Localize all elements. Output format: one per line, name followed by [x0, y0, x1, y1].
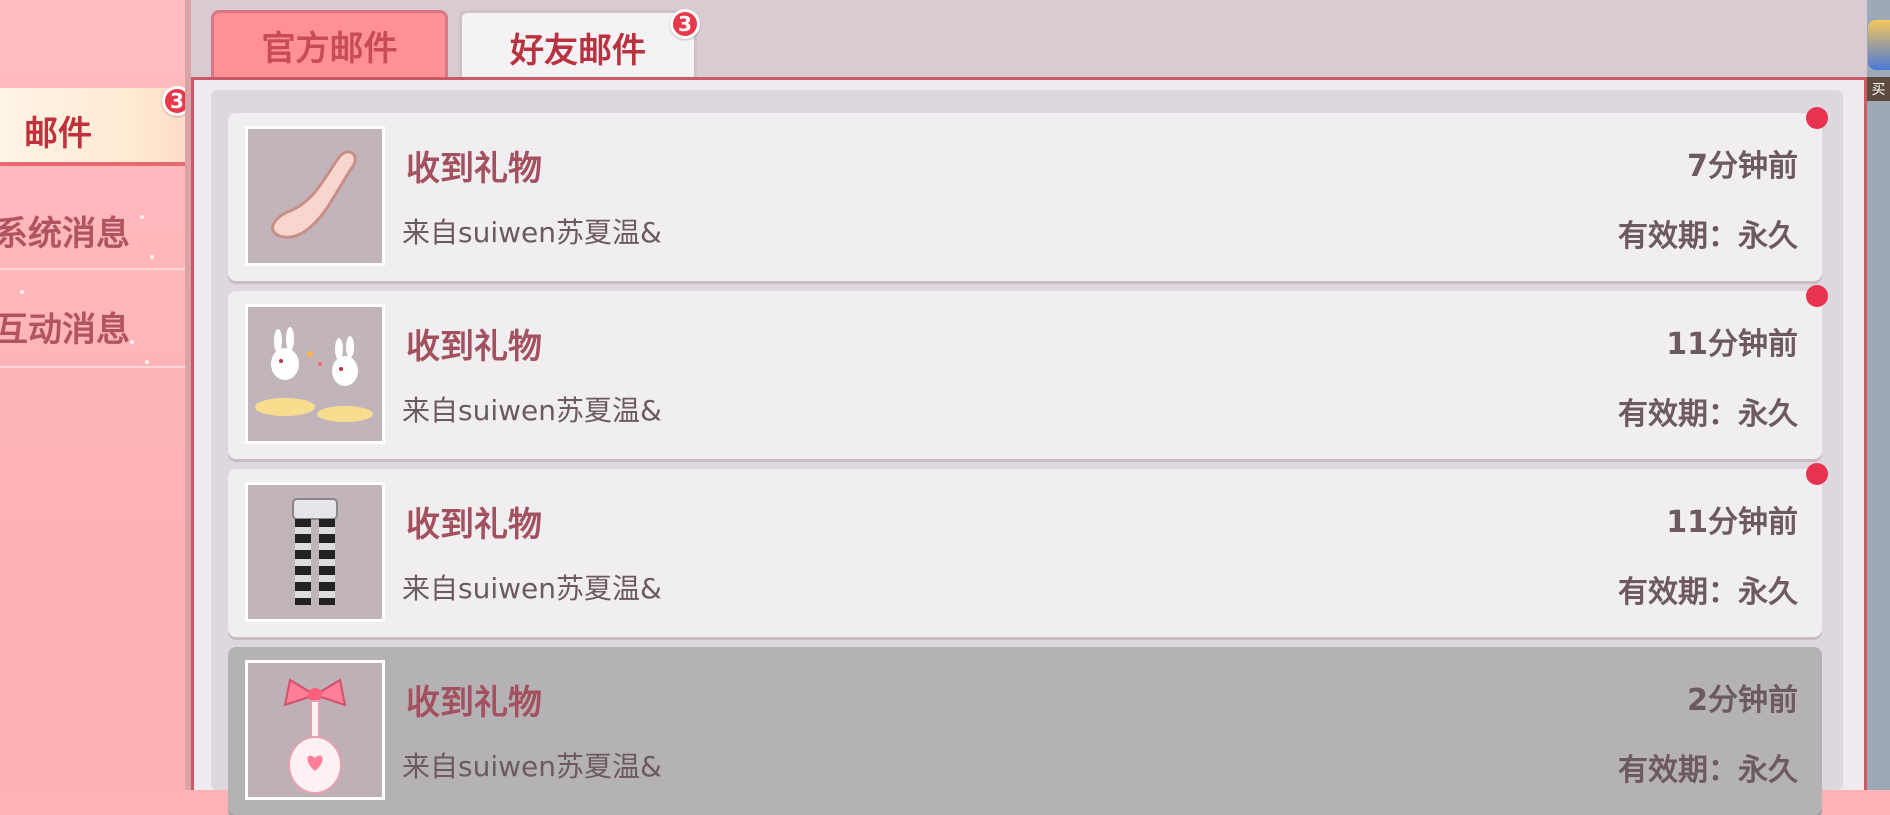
unread-dot: [1806, 285, 1828, 307]
unread-dot: [1806, 107, 1828, 129]
bow-spoon-icon: [245, 660, 385, 800]
tab-label: 好友邮件: [510, 31, 646, 71]
mail-sender: 来自suiwen苏夏温&: [402, 572, 662, 605]
mail-item[interactable]: 收到礼物 来自suiwen苏夏温& 11分钟前 有效期：永久: [228, 463, 1828, 637]
mail-item[interactable]: 收到礼物 来自suiwen苏夏温& 7分钟前 有效期：永久: [228, 107, 1828, 281]
sidebar-item-label: 邮件: [24, 114, 92, 154]
mail-expiry: 有效期：永久: [1618, 753, 1798, 788]
mail-time: 11分钟前: [1666, 327, 1798, 362]
mail-title: 收到礼物: [406, 683, 542, 723]
mail-title: 收到礼物: [406, 505, 542, 545]
tab-official-mail[interactable]: 官方邮件: [211, 10, 448, 78]
mail-expiry: 有效期：永久: [1618, 219, 1798, 254]
mail-time: 11分钟前: [1666, 505, 1798, 540]
mail-sender: 来自suiwen苏夏温&: [402, 750, 662, 783]
tab-friend-mail[interactable]: 好友邮件: [459, 10, 697, 82]
friend-mail-badge: 3: [670, 9, 700, 39]
mail-time: 7分钟前: [1687, 149, 1798, 184]
sidebar-item-label: 系统消息: [0, 214, 130, 254]
mail-expiry: 有效期：永久: [1618, 575, 1798, 610]
mail-sender: 来自suiwen苏夏温&: [402, 394, 662, 427]
striped-stockings-icon: [245, 482, 385, 622]
mail-sender: 来自suiwen苏夏温&: [402, 216, 662, 249]
tail-item-icon: [245, 126, 385, 266]
sidebar-item-system-messages[interactable]: 系统消息: [0, 176, 185, 274]
sidebar-item-interaction-messages[interactable]: 互动消息: [0, 274, 185, 372]
mail-time: 2分钟前: [1687, 683, 1798, 718]
mail-expiry: 有效期：永久: [1618, 397, 1798, 432]
tab-label: 官方邮件: [261, 29, 398, 69]
mail-title: 收到礼物: [406, 327, 542, 367]
bunny-effect-icon: [245, 304, 385, 444]
unread-dot: [1806, 463, 1828, 485]
right-edge: [1867, 0, 1890, 790]
buy-chip[interactable]: 买: [1867, 77, 1890, 101]
sidebar-item-label: 互动消息: [0, 310, 130, 350]
mail-title: 收到礼物: [406, 149, 542, 189]
avatar[interactable]: [1868, 20, 1890, 70]
mail-item[interactable]: 收到礼物 来自suiwen苏夏温& 11分钟前 有效期：永久: [228, 285, 1828, 459]
